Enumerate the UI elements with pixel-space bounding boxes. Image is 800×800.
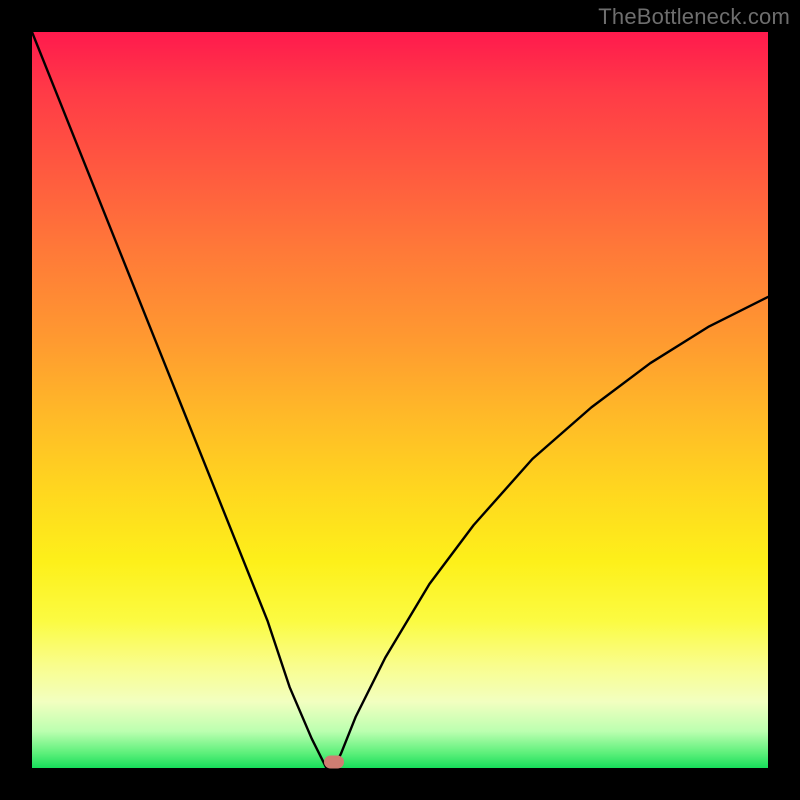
chart-stage: TheBottleneck.com xyxy=(0,0,800,800)
curve-svg xyxy=(32,32,768,768)
optimum-marker xyxy=(324,756,344,769)
plot-area xyxy=(32,32,768,768)
bottleneck-curve xyxy=(32,32,768,768)
watermark-label: TheBottleneck.com xyxy=(598,4,790,30)
